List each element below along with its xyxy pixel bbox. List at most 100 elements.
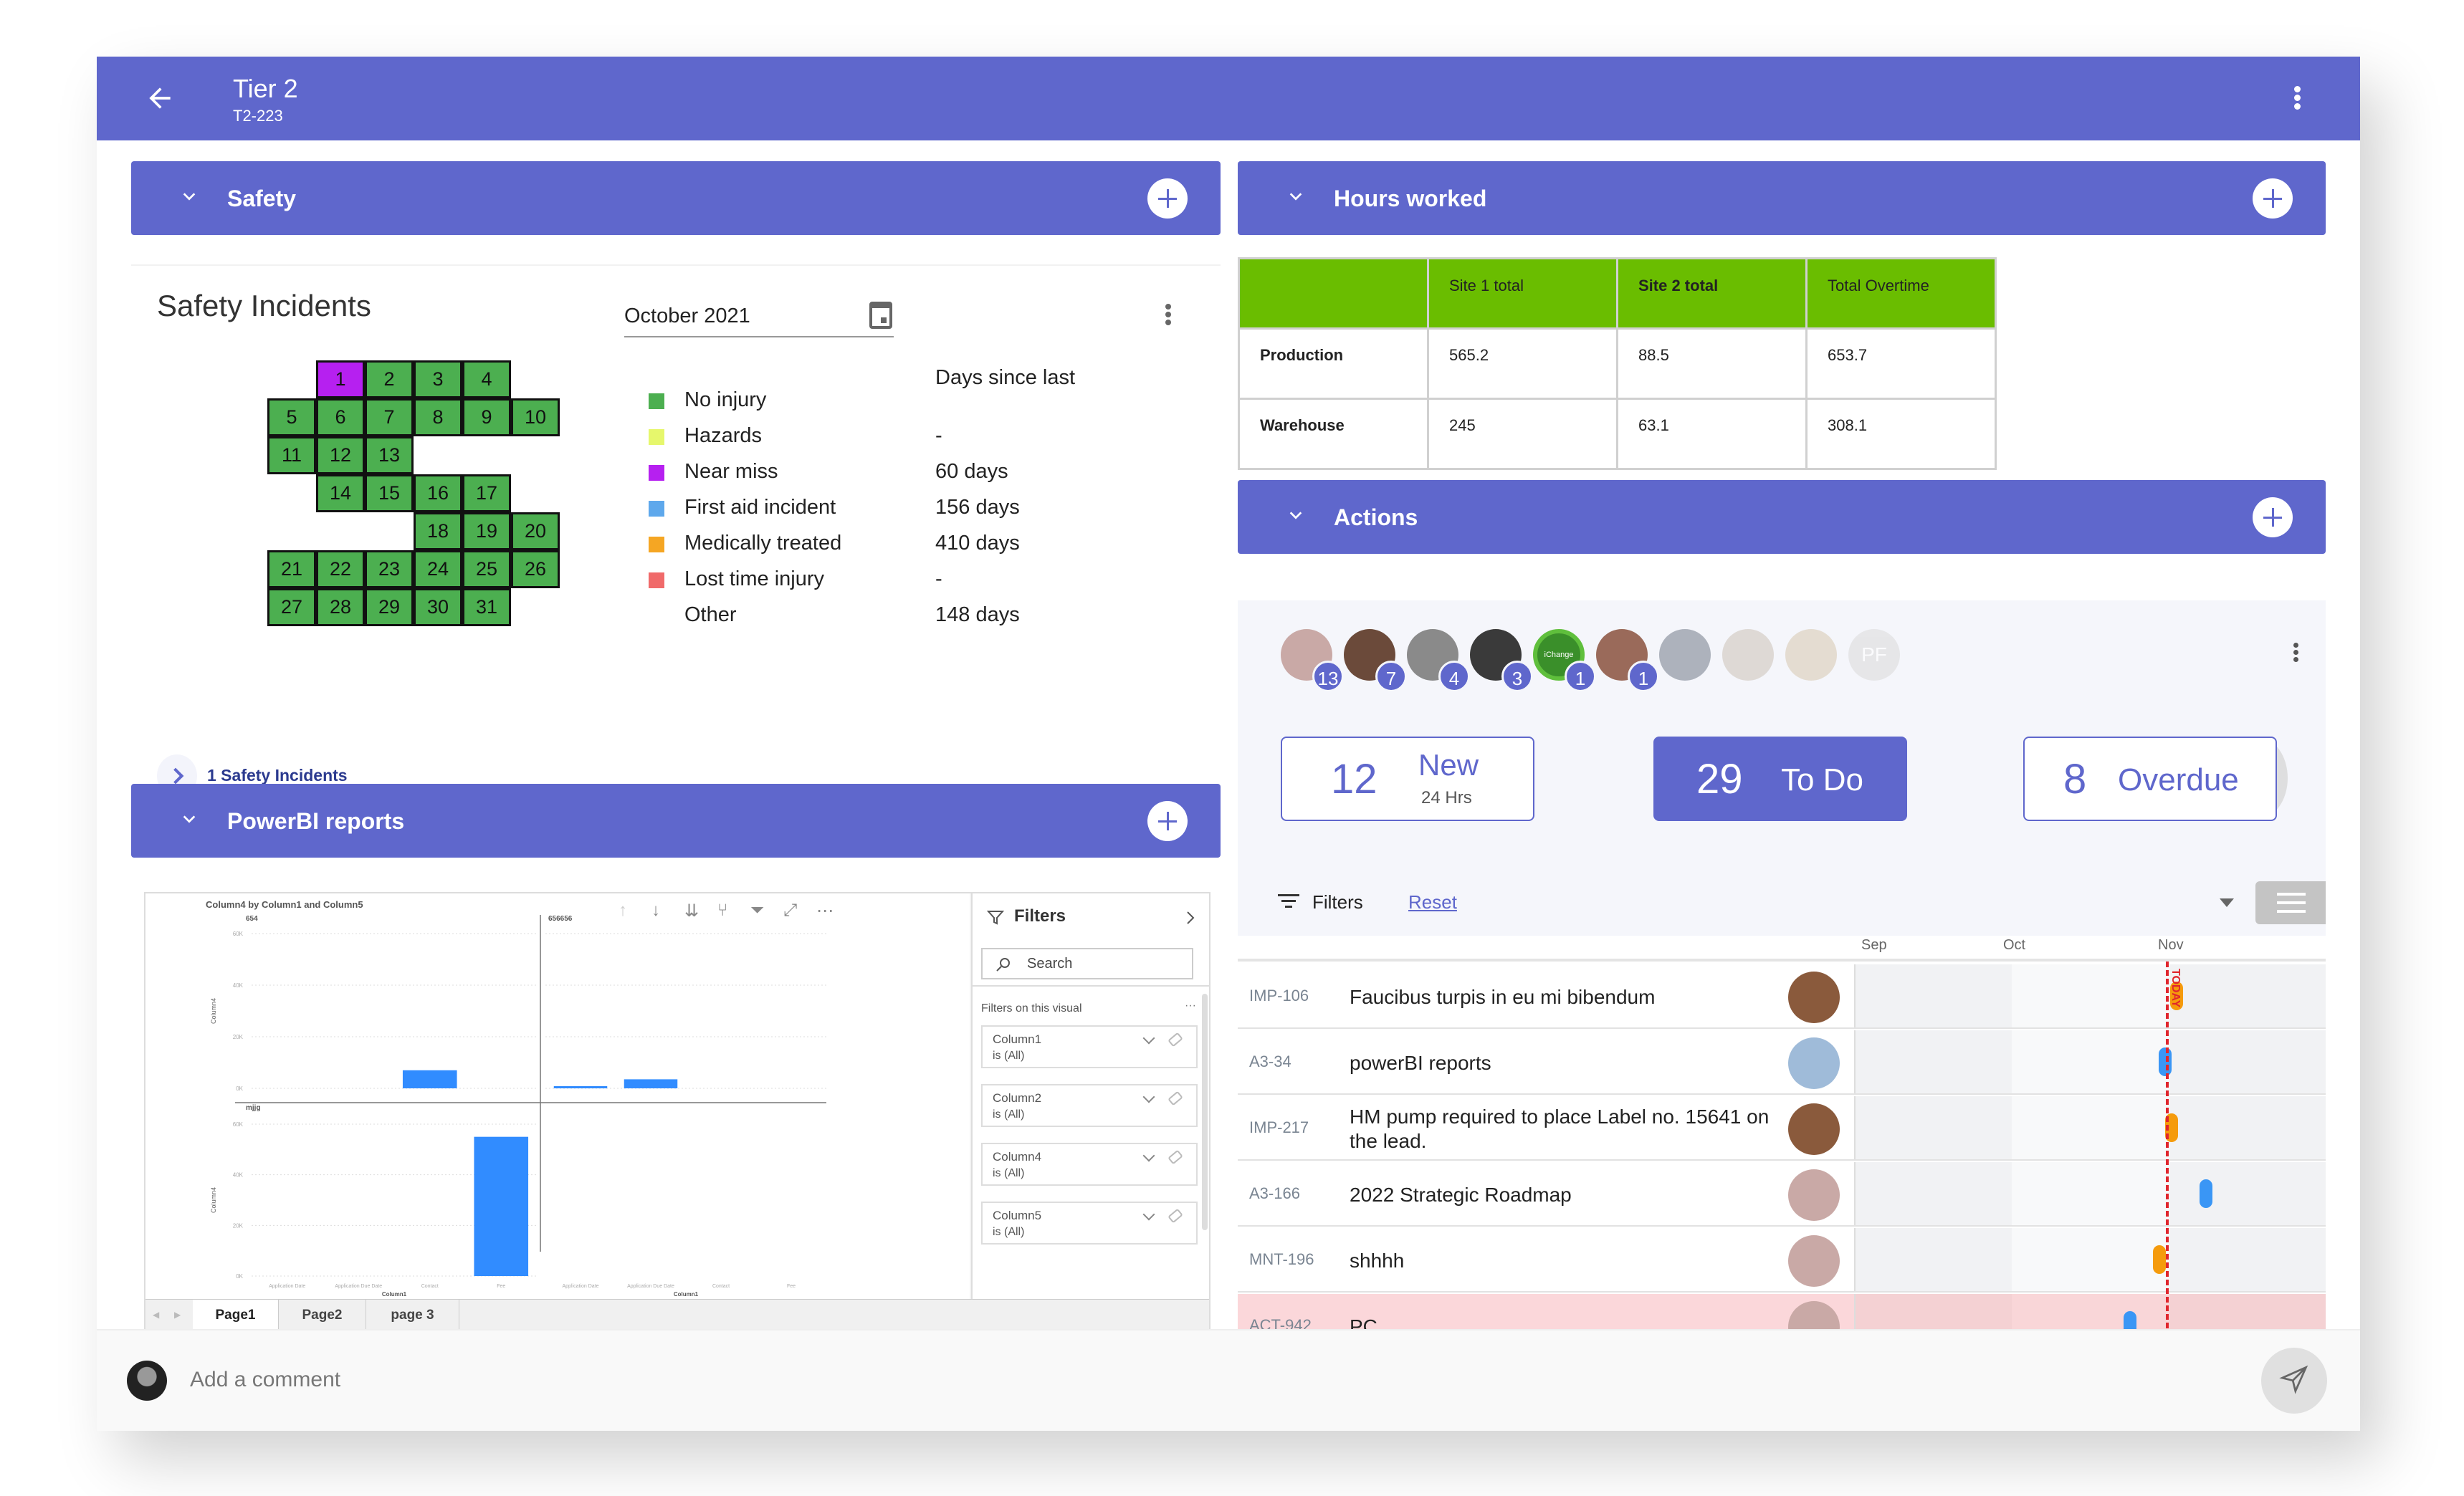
calendar-day[interactable]: 15 (365, 474, 414, 512)
calendar-day[interactable]: 21 (267, 550, 316, 588)
safety-panel-header[interactable]: Safety (131, 161, 1221, 235)
more-vert-icon[interactable] (2291, 641, 2300, 669)
avatar[interactable]: PF (1848, 629, 1900, 681)
item-title[interactable]: shhhh (1350, 1249, 1780, 1273)
chevron-down-icon[interactable] (1142, 1090, 1155, 1103)
item-title[interactable]: 2022 Strategic Roadmap (1350, 1183, 1780, 1207)
chevron-down-icon[interactable] (1288, 507, 1304, 523)
item-title[interactable]: HM pump required to place Label no. 1564… (1350, 1105, 1780, 1154)
eraser-icon[interactable] (1167, 1208, 1183, 1224)
calendar-day[interactable]: 19 (462, 512, 511, 550)
calendar-day[interactable]: 30 (414, 588, 462, 626)
calendar-day[interactable]: 11 (267, 436, 316, 474)
powerbi-panel-header[interactable]: PowerBI reports (131, 784, 1221, 858)
filter-card[interactable]: Column1 is (All) (981, 1025, 1198, 1068)
scrollbar[interactable] (1202, 994, 1208, 1230)
tab-page2[interactable]: Page2 (279, 1300, 366, 1331)
eraser-icon[interactable] (1167, 1032, 1183, 1047)
chevron-down-icon[interactable] (1142, 1208, 1155, 1221)
filter-list-icon[interactable] (1278, 894, 1299, 908)
drill-icon[interactable]: ⑂ (717, 901, 727, 921)
calendar-day[interactable]: 7 (365, 398, 414, 436)
calendar-day[interactable]: 12 (316, 436, 365, 474)
avatar[interactable] (1785, 629, 1837, 681)
hours-panel-header[interactable]: Hours worked (1238, 161, 2326, 235)
item-code[interactable]: MNT-196 (1249, 1250, 1314, 1269)
table-row[interactable]: IMP-106 Faucibus turpis in eu mi bibendum (1238, 964, 2326, 1029)
stat-card-new[interactable]: 12 New 24 Hrs (1281, 737, 1534, 821)
table-row[interactable]: MNT-196 shhhh (1238, 1228, 2326, 1293)
list-view-icon[interactable] (2255, 881, 2326, 924)
timeline-bar[interactable] (2124, 1311, 2136, 1329)
calendar-day[interactable]: 31 (462, 588, 511, 626)
calendar-day[interactable]: 4 (462, 360, 511, 398)
focus-mode-icon[interactable]: ⤢ (783, 901, 797, 921)
item-code[interactable]: A3-166 (1249, 1184, 1300, 1203)
calendar-day[interactable]: 28 (316, 588, 365, 626)
item-code[interactable]: ACT-942 (1249, 1316, 1312, 1329)
stat-card-to-do[interactable]: 29 To Do (1653, 737, 1907, 821)
tab-page3[interactable]: page 3 (366, 1300, 459, 1331)
table-row[interactable]: A3-34 powerBI reports (1238, 1030, 2326, 1095)
avatar[interactable] (1659, 629, 1711, 681)
actions-panel-header[interactable]: Actions (1238, 480, 2326, 554)
calendar-day[interactable]: 25 (462, 550, 511, 588)
chevron-down-icon[interactable] (1142, 1149, 1155, 1162)
calendar-day[interactable]: 17 (462, 474, 511, 512)
stat-card-overdue[interactable]: 8 Overdue (2023, 737, 2277, 821)
more-vert-icon[interactable] (1163, 302, 1173, 333)
calendar-day[interactable]: 16 (414, 474, 462, 512)
chevron-down-icon[interactable] (181, 188, 197, 204)
prev-page-icon[interactable]: ◀ (153, 1310, 159, 1320)
more-icon[interactable]: ··· (1185, 999, 1196, 1012)
calendar-day[interactable]: 6 (316, 398, 365, 436)
calendar-day[interactable]: 3 (414, 360, 462, 398)
calendar-icon[interactable] (869, 302, 892, 329)
timeline-bar[interactable] (2153, 1245, 2166, 1274)
filters-button[interactable]: Filters (1312, 891, 1363, 914)
sort-down-icon[interactable]: ↓ (651, 901, 660, 921)
table-row[interactable]: IMP-217 HM pump required to place Label n… (1238, 1096, 2326, 1161)
add-circle-icon[interactable] (2253, 178, 2293, 219)
calendar-day[interactable]: 1 (316, 360, 365, 398)
add-circle-icon[interactable] (2253, 497, 2293, 537)
chevron-down-icon[interactable] (1288, 188, 1304, 204)
calendar-day[interactable]: 13 (365, 436, 414, 474)
chevron-down-icon[interactable] (1142, 1032, 1155, 1045)
item-title[interactable]: Faucibus turpis in eu mi bibendum (1350, 985, 1780, 1010)
calendar-day[interactable]: 2 (365, 360, 414, 398)
eraser-icon[interactable] (1167, 1090, 1183, 1106)
filters-search-input[interactable]: Search (981, 948, 1193, 979)
calendar-day[interactable]: 23 (365, 550, 414, 588)
table-row[interactable]: A3-166 2022 Strategic Roadmap (1238, 1162, 2326, 1227)
expand-all-icon[interactable]: ⇊ (684, 901, 699, 921)
timeline-bar[interactable] (2200, 1179, 2212, 1208)
calendar-day[interactable]: 9 (462, 398, 511, 436)
item-code[interactable]: IMP-106 (1249, 987, 1309, 1005)
calendar-day[interactable]: 27 (267, 588, 316, 626)
calendar-day[interactable]: 24 (414, 550, 462, 588)
chevron-right-icon[interactable] (1185, 911, 1196, 925)
calendar-day[interactable]: 20 (511, 512, 560, 550)
item-title[interactable]: PC (1350, 1315, 1780, 1329)
next-page-icon[interactable]: ▶ (174, 1310, 181, 1320)
chevron-down-icon[interactable] (181, 811, 197, 827)
item-code[interactable]: IMP-217 (1249, 1118, 1309, 1137)
filter-card[interactable]: Column4 is (All) (981, 1143, 1198, 1186)
add-circle-icon[interactable] (1147, 178, 1188, 219)
reset-link[interactable]: Reset (1408, 891, 1457, 914)
comment-input[interactable]: Add a comment (190, 1368, 340, 1392)
calendar-day[interactable]: 18 (414, 512, 462, 550)
filter-icon[interactable]: ⏷ (750, 901, 764, 921)
sort-up-icon[interactable]: ↑ (619, 901, 627, 921)
add-circle-icon[interactable] (1147, 801, 1188, 841)
calendar-day[interactable]: 29 (365, 588, 414, 626)
filter-card[interactable]: Column5 is (All) (981, 1202, 1198, 1245)
avatar[interactable] (1722, 629, 1774, 681)
calendar-day[interactable]: 14 (316, 474, 365, 512)
send-button[interactable] (2261, 1348, 2327, 1414)
month-picker[interactable]: October 2021 (624, 296, 894, 337)
calendar-day[interactable]: 5 (267, 398, 316, 436)
item-title[interactable]: powerBI reports (1350, 1051, 1780, 1075)
filter-card[interactable]: Column2 is (All) (981, 1084, 1198, 1127)
